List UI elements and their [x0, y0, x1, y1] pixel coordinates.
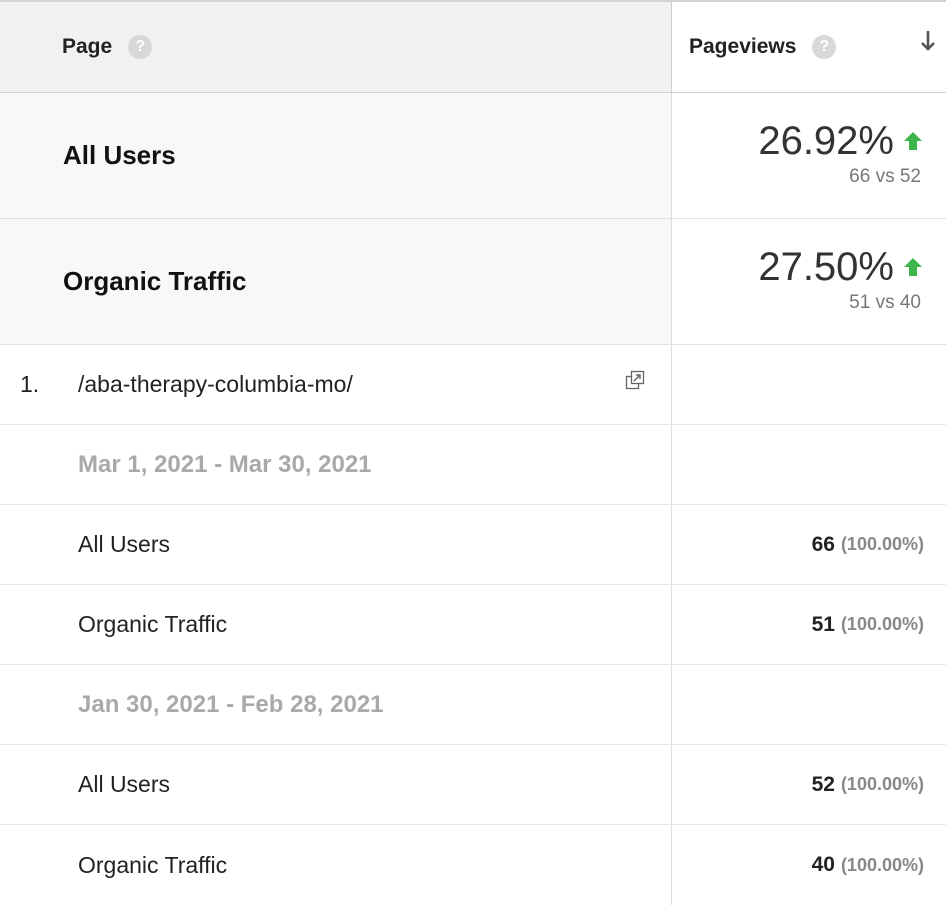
- pageviews-cell: 51 (100.00%): [672, 585, 946, 664]
- date-range-value-cell: [672, 665, 946, 744]
- summary-segment-cell: All Users: [0, 93, 672, 218]
- segment-label: All Users: [78, 531, 171, 557]
- pageviews-share: (100.00%): [840, 854, 924, 875]
- percent-value: 27.50%: [758, 245, 894, 289]
- table-row: Organic Traffic 51 (100.00%): [0, 585, 946, 665]
- table-row: All Users 52 (100.00%): [0, 745, 946, 825]
- table-header: Page ? Pageviews ?: [0, 0, 946, 93]
- percent-change: 27.50%: [758, 247, 924, 287]
- summary-change-cell: 27.50% 51 vs 40: [672, 219, 946, 344]
- date-range-cell: Jan 30, 2021 - Feb 28, 2021: [0, 665, 672, 744]
- open-in-new-window-icon[interactable]: [625, 369, 645, 396]
- page-column-label: Page: [62, 35, 113, 58]
- date-range-value-cell: [672, 425, 946, 504]
- help-icon[interactable]: ?: [812, 35, 837, 59]
- page-value-cell: [672, 345, 946, 424]
- segment-label: All Users: [78, 771, 171, 797]
- segment-label: Organic Traffic: [63, 266, 247, 296]
- page-column-header[interactable]: Page ?: [0, 2, 672, 92]
- segment-cell: Organic Traffic: [0, 825, 672, 905]
- summary-row: All Users 26.92% 66 vs 52: [0, 93, 946, 219]
- segment-cell: All Users: [0, 745, 672, 824]
- pageviews-column-label: Pageviews: [689, 35, 797, 58]
- pageviews-cell: 52 (100.00%): [672, 745, 946, 824]
- summary-change-cell: 26.92% 66 vs 52: [672, 93, 946, 218]
- pageviews-share: (100.00%): [840, 614, 924, 634]
- row-index: 1.: [20, 371, 40, 397]
- report-table: Page ? Pageviews ? All Users 26.92% 66 v…: [0, 0, 946, 905]
- summary-row: Organic Traffic 27.50% 51 vs 40: [0, 219, 946, 345]
- pageviews-cell: 66 (100.00%): [672, 505, 946, 584]
- table-row: Organic Traffic 40 (100.00%): [0, 825, 946, 905]
- percent-value: 26.92%: [758, 119, 894, 163]
- trend-up-icon: [904, 132, 922, 150]
- segment-label: Organic Traffic: [78, 851, 228, 878]
- percent-change: 26.92%: [758, 121, 924, 161]
- sort-descending-icon[interactable]: [920, 30, 936, 57]
- pageviews-value: 40: [811, 853, 835, 876]
- page-path-link[interactable]: /aba-therapy-columbia-mo/: [78, 371, 353, 398]
- segment-cell: Organic Traffic: [0, 585, 672, 664]
- help-icon[interactable]: ?: [128, 35, 153, 59]
- comparison-values: 66 vs 52: [849, 166, 921, 187]
- date-range-row: Mar 1, 2021 - Mar 30, 2021: [0, 425, 946, 505]
- summary-segment-cell: Organic Traffic: [0, 219, 672, 344]
- page-cell: 1. /aba-therapy-columbia-mo/: [0, 345, 672, 424]
- pageviews-cell: 40 (100.00%): [672, 825, 946, 905]
- date-range-row: Jan 30, 2021 - Feb 28, 2021: [0, 665, 946, 745]
- date-range-label: Mar 1, 2021 - Mar 30, 2021: [78, 450, 372, 478]
- pageviews-value: 66: [811, 532, 835, 556]
- date-range-label: Jan 30, 2021 - Feb 28, 2021: [78, 690, 384, 718]
- segment-label: Organic Traffic: [78, 611, 228, 637]
- comparison-values: 51 vs 40: [849, 292, 921, 313]
- pageviews-share: (100.00%): [840, 534, 924, 554]
- pageviews-column-header[interactable]: Pageviews ?: [672, 2, 946, 92]
- trend-up-icon: [904, 258, 922, 276]
- segment-cell: All Users: [0, 505, 672, 584]
- table-row: 1. /aba-therapy-columbia-mo/: [0, 345, 946, 425]
- pageviews-share: (100.00%): [840, 774, 924, 794]
- pageviews-value: 51: [811, 612, 835, 636]
- segment-label: All Users: [63, 140, 176, 170]
- table-row: All Users 66 (100.00%): [0, 505, 946, 585]
- pageviews-value: 52: [811, 772, 835, 796]
- date-range-cell: Mar 1, 2021 - Mar 30, 2021: [0, 425, 672, 504]
